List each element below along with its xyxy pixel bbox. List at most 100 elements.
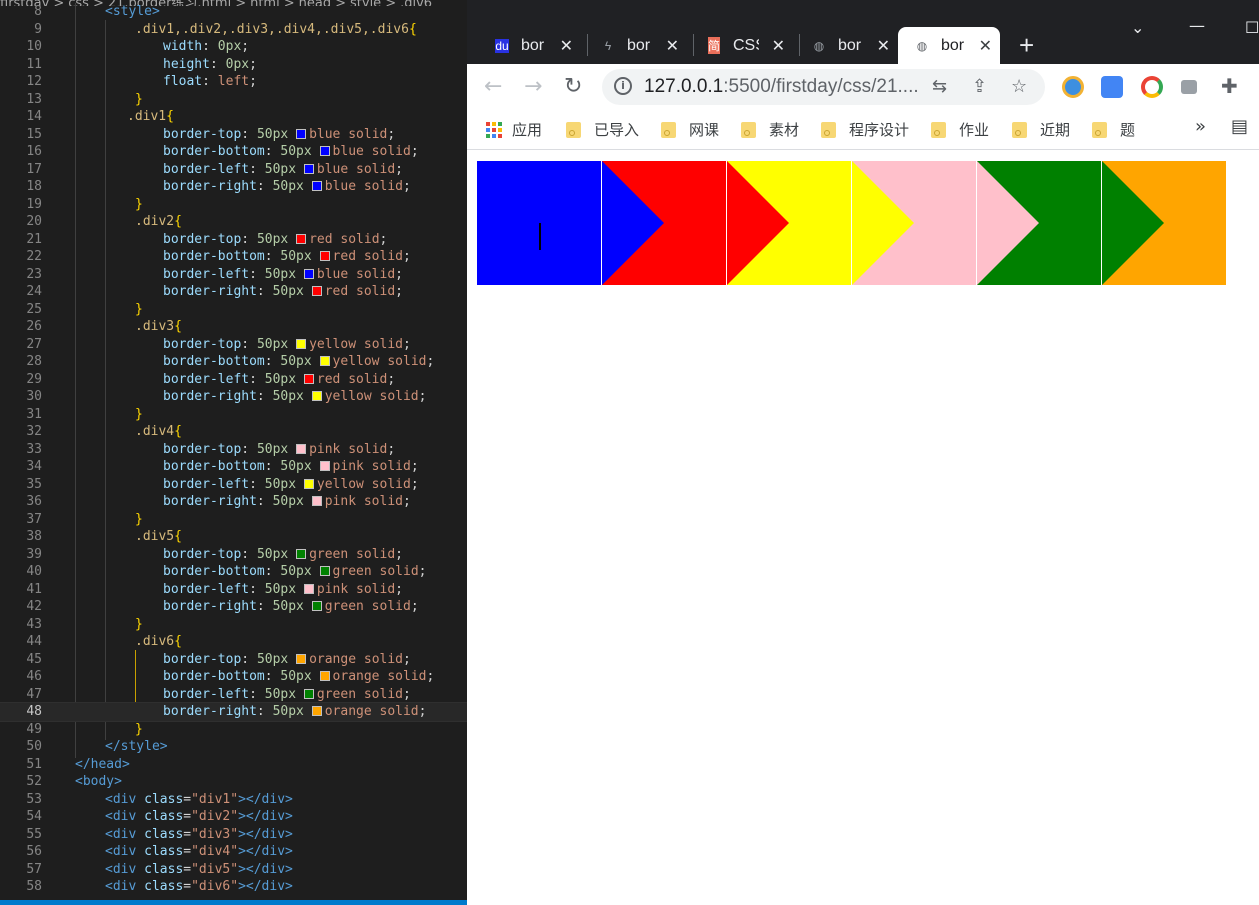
code-line[interactable]: 34 border-bottom: 50px pink solid; <box>0 458 467 476</box>
forward-icon[interactable]: → <box>524 74 542 99</box>
reload-icon[interactable]: ↻ <box>564 74 582 99</box>
code-line[interactable]: 45 border-top: 50px orange solid; <box>0 651 467 669</box>
bookmark-item[interactable]: 已导入 <box>566 119 639 140</box>
code-text[interactable]: </head> <box>75 756 130 774</box>
bookmark-item[interactable]: 网课 <box>661 119 719 140</box>
code-text[interactable]: } <box>135 196 143 214</box>
code-line[interactable]: 53 <div class="div1"></div> <box>0 791 467 809</box>
code-line[interactable]: 50 </style> <box>0 738 467 756</box>
address-bar[interactable]: i 127.0.0.1:5500/firstday/css/21.... ⇆ ⇪… <box>602 69 1045 105</box>
code-line[interactable]: 27 border-top: 50px yellow solid; <box>0 336 467 354</box>
code-text[interactable]: border-right: 50px red solid; <box>163 283 403 301</box>
code-line[interactable]: 22 border-bottom: 50px red solid; <box>0 248 467 266</box>
color-swatch[interactable] <box>303 478 314 489</box>
color-swatch[interactable] <box>311 496 322 506</box>
color-swatch[interactable] <box>311 601 322 611</box>
code-text[interactable]: .div1,.div2,.div3,.div4,.div5,.div6{ <box>135 21 417 39</box>
code-line[interactable]: 8 <style> <box>0 3 467 21</box>
code-text[interactable]: <div class="div6"></div> <box>105 878 293 896</box>
code-line[interactable]: 25} <box>0 301 467 319</box>
code-line[interactable]: 13} <box>0 91 467 109</box>
maximize-icon[interactable]: ☐ <box>1245 18 1259 37</box>
code-line[interactable]: 52 <body> <box>0 773 467 791</box>
code-text[interactable]: border-left: 50px green solid; <box>163 686 411 704</box>
code-text[interactable]: border-left: 50px red solid; <box>163 371 395 389</box>
code-text[interactable]: border-right: 50px orange solid; <box>163 703 426 721</box>
browser-tab[interactable]: du bor ✕ <box>481 27 581 64</box>
code-text[interactable]: <style> <box>105 3 160 21</box>
code-line[interactable]: 41 border-left: 50px pink solid; <box>0 581 467 599</box>
code-line[interactable]: 47 border-left: 50px green solid; <box>0 686 467 704</box>
site-info-icon[interactable]: i <box>614 77 632 95</box>
code-text[interactable]: } <box>135 301 143 319</box>
code-line[interactable]: 18 border-right: 50px blue solid; <box>0 178 467 196</box>
code-text[interactable]: <div class="div2"></div> <box>105 808 293 826</box>
share-icon[interactable]: ⇪ <box>972 76 987 97</box>
code-text[interactable]: <body> <box>75 773 122 791</box>
bookmark-item[interactable]: 作业 <box>931 119 989 140</box>
browser-tab[interactable]: ◍ bor ✕ <box>798 27 898 64</box>
code-text[interactable]: .div3{ <box>135 318 182 336</box>
code-line[interactable]: 56 <div class="div4"></div> <box>0 843 467 861</box>
code-text[interactable]: .div6{ <box>135 633 182 651</box>
color-swatch[interactable] <box>303 583 314 594</box>
code-line[interactable]: 42 border-right: 50px green solid; <box>0 598 467 616</box>
color-swatch[interactable] <box>303 268 314 279</box>
color-swatch[interactable] <box>319 461 330 471</box>
code-text[interactable]: border-top: 50px orange solid; <box>163 651 411 669</box>
color-swatch[interactable] <box>311 706 322 716</box>
color-swatch[interactable] <box>319 356 330 366</box>
tab-close-icon[interactable]: ✕ <box>772 36 785 56</box>
extension-icon[interactable] <box>1062 76 1084 98</box>
code-line[interactable]: 26 .div3{ <box>0 318 467 336</box>
code-text[interactable]: border-bottom: 50px blue solid; <box>163 143 419 161</box>
code-text[interactable]: border-top: 50px yellow solid; <box>163 336 411 354</box>
code-editor[interactable]: firstday>css>21.border练习.html>html>head>… <box>0 0 467 905</box>
code-line[interactable]: 28 border-bottom: 50px yellow solid; <box>0 353 467 371</box>
code-text[interactable]: .div2{ <box>135 213 182 231</box>
code-text[interactable]: height: 0px; <box>163 56 257 74</box>
code-text[interactable]: .div4{ <box>135 423 182 441</box>
code-text[interactable]: .div1{ <box>127 108 174 126</box>
code-line[interactable]: 24 border-right: 50px red solid; <box>0 283 467 301</box>
back-icon[interactable]: ← <box>484 74 502 99</box>
tab-close-icon[interactable]: ✕ <box>560 36 573 56</box>
color-swatch[interactable] <box>296 548 307 559</box>
minimize-icon[interactable]: — <box>1189 16 1205 35</box>
code-text[interactable]: } <box>135 721 143 739</box>
color-swatch[interactable] <box>303 163 314 174</box>
code-line[interactable]: 35 border-left: 50px yellow solid; <box>0 476 467 494</box>
code-text[interactable]: } <box>135 91 143 109</box>
code-text[interactable]: border-bottom: 50px pink solid; <box>163 458 419 476</box>
code-text[interactable]: border-top: 50px pink solid; <box>163 441 395 459</box>
code-text[interactable]: border-left: 50px blue solid; <box>163 266 403 284</box>
color-swatch[interactable] <box>303 688 314 699</box>
browser-tab-active[interactable]: ◍ bor ✕ <box>898 27 1000 64</box>
tab-close-icon[interactable]: ✕ <box>666 36 679 56</box>
color-swatch[interactable] <box>319 566 330 576</box>
color-swatch[interactable] <box>311 286 322 296</box>
code-line[interactable]: 32 .div4{ <box>0 423 467 441</box>
color-swatch[interactable] <box>311 181 322 191</box>
code-line[interactable]: 15 border-top: 50px blue solid; <box>0 126 467 144</box>
bookmark-item[interactable]: 素材 <box>741 119 799 140</box>
code-line[interactable]: 21 border-top: 50px red solid; <box>0 231 467 249</box>
code-text[interactable]: } <box>135 511 143 529</box>
code-text[interactable]: } <box>135 616 143 634</box>
code-lines[interactable]: 8 <style> 9 .div1,.div2,.div3,.div4,.div5,.… <box>0 3 467 896</box>
code-line[interactable]: 49} <box>0 721 467 739</box>
code-text[interactable]: .div5{ <box>135 528 182 546</box>
code-line[interactable]: 36 border-right: 50px pink solid; <box>0 493 467 511</box>
bookmark-item[interactable]: 程序设计 <box>821 119 909 140</box>
stats-extension-icon[interactable] <box>1181 80 1197 94</box>
more-bookmarks-button[interactable]: » <box>1195 116 1206 137</box>
color-swatch[interactable] <box>296 128 307 139</box>
code-line[interactable]: 31} <box>0 406 467 424</box>
bookmark-item[interactable]: 题 <box>1092 119 1135 140</box>
code-line[interactable]: 37} <box>0 511 467 529</box>
code-line[interactable]: 39 border-top: 50px green solid; <box>0 546 467 564</box>
code-line[interactable]: 14 .div1{ <box>0 108 467 126</box>
code-line[interactable]: 44 .div6{ <box>0 633 467 651</box>
translate-icon[interactable]: ⇆ <box>932 76 947 97</box>
code-line[interactable]: 58 <div class="div6"></div> <box>0 878 467 896</box>
